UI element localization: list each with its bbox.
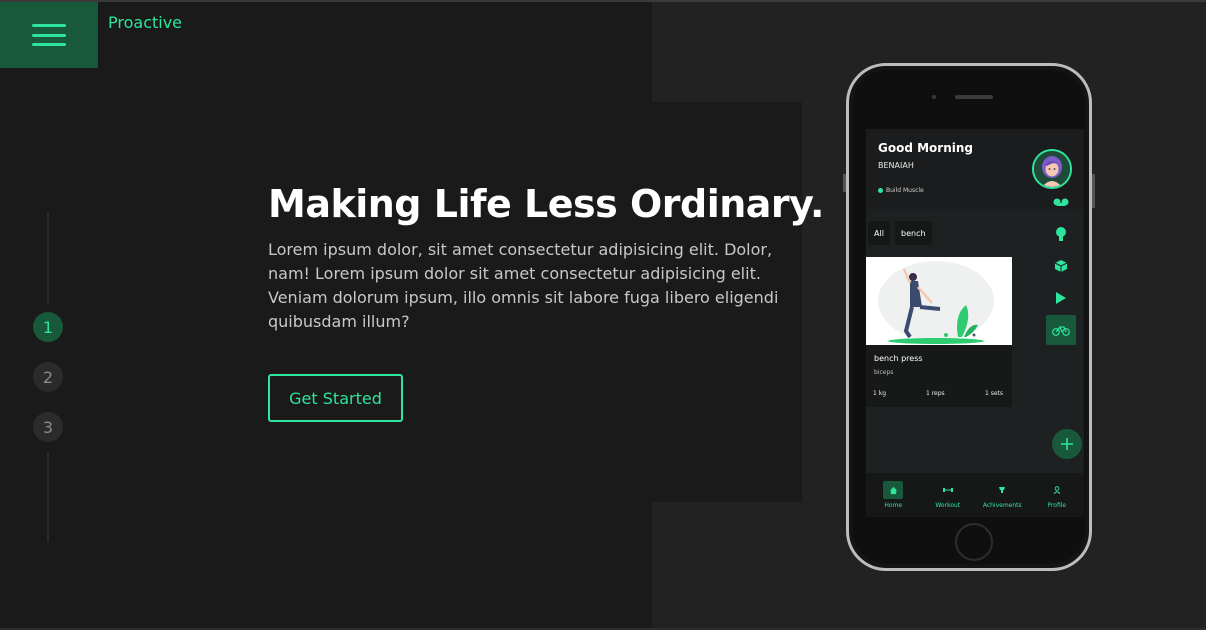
get-started-button[interactable]: Get Started: [268, 374, 403, 422]
phone-side-button: [1092, 174, 1095, 208]
nav-home-label: Home: [884, 502, 903, 509]
exercise-weight: 1 kg: [873, 390, 887, 397]
step-2[interactable]: 2: [33, 362, 63, 392]
menu-button[interactable]: [0, 2, 98, 68]
filter-chip-all[interactable]: All: [868, 221, 890, 245]
phone-body: Good Morning BENAIAH Build Muscle All be…: [853, 70, 1085, 564]
exercise-reps: 1 reps: [926, 390, 945, 397]
exercise-title: bench press: [874, 354, 923, 363]
phone-mockup: Good Morning BENAIAH Build Muscle All be…: [843, 63, 1095, 571]
avatar[interactable]: [1032, 149, 1072, 189]
trophy-icon: [992, 481, 1012, 499]
exercise-illustration: [866, 257, 1012, 345]
nav-profile[interactable]: Profile: [1030, 473, 1085, 517]
step-rail-bottom: [47, 452, 49, 542]
phone-camera: [932, 95, 936, 99]
greeting: Good Morning: [878, 141, 973, 155]
phone-home-button: [955, 523, 993, 561]
nav-home[interactable]: Home: [866, 473, 921, 517]
hero-title: Making Life Less Ordinary.: [268, 182, 824, 226]
step-3[interactable]: 3: [33, 412, 63, 442]
step-rail-top: [47, 212, 49, 304]
tape-icon[interactable]: [1046, 187, 1076, 217]
nav-achievements-label: Achivements: [982, 502, 1022, 509]
nav-profile-label: Profile: [1047, 502, 1067, 509]
app-screen: Good Morning BENAIAH Build Muscle All be…: [866, 129, 1084, 517]
play-icon[interactable]: [1046, 283, 1076, 313]
bicycle-icon[interactable]: [1046, 315, 1076, 345]
user-icon: [1047, 481, 1067, 499]
exercise-sets: 1 sets: [985, 390, 1004, 397]
nav-achievements[interactable]: Achivements: [975, 473, 1030, 517]
hero-description: Lorem ipsum dolor, sit amet consectetur …: [268, 240, 779, 331]
app-bottom-nav: Home Workout Achivements Profile: [866, 473, 1084, 517]
exercise-card[interactable]: bench press biceps 1 kg 1 reps 1 sets: [866, 257, 1012, 407]
add-exercise-button[interactable]: [1052, 429, 1082, 459]
phone-speaker: [955, 95, 993, 99]
hamburger-icon: [32, 24, 66, 46]
filter-chip-bench[interactable]: bench: [895, 221, 932, 245]
user-name: BENAIAH: [878, 161, 914, 170]
nav-workout-label: Workout: [935, 502, 961, 509]
phone-side-button: [843, 174, 846, 192]
goal-label: Build Muscle: [878, 187, 924, 194]
cube-icon[interactable]: [1046, 251, 1076, 281]
goal-text: Build Muscle: [886, 187, 924, 194]
brand-name[interactable]: Proactive: [108, 13, 182, 32]
avatar-illustration-icon: [1034, 151, 1070, 187]
goal-dot-icon: [878, 188, 883, 193]
dumbbell-icon: [938, 481, 958, 499]
lightbulb-icon[interactable]: [1046, 219, 1076, 249]
app-side-menu: [1046, 187, 1078, 347]
nav-workout[interactable]: Workout: [921, 473, 976, 517]
step-1[interactable]: 1: [33, 312, 63, 342]
exercise-muscle: biceps: [874, 369, 894, 376]
plus-icon: [1061, 438, 1073, 450]
home-icon: [883, 481, 904, 499]
